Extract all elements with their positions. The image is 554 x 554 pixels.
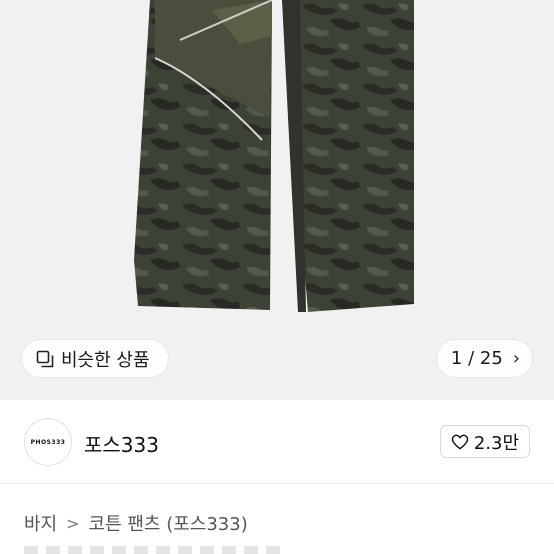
breadcrumb-item-category[interactable]: 바지 (24, 510, 57, 536)
breadcrumb-item-subcategory[interactable]: 코튼 팬츠 (포스333) (89, 510, 248, 536)
seller-name[interactable]: 포스333 (84, 429, 159, 458)
image-counter[interactable]: 1 / 25 › (436, 340, 532, 377)
cut-off-text-line (24, 546, 284, 554)
seller-avatar-text: PHOS333 (30, 438, 66, 446)
seller-avatar[interactable]: PHOS333 (24, 418, 72, 466)
breadcrumb: 바지 > 코튼 팬츠 (포스333) (24, 510, 248, 536)
breadcrumb-separator: > (66, 513, 80, 533)
heart-icon (451, 434, 469, 450)
image-counter-text: 1 / 25 (450, 348, 503, 369)
chevron-right-icon: › (512, 348, 520, 369)
like-button[interactable]: 2.3만 (439, 425, 530, 458)
similar-products-button[interactable]: 비슷한 상품 (22, 340, 168, 377)
like-count: 2.3만 (473, 432, 519, 454)
similar-items-icon (36, 350, 54, 367)
similar-products-label: 비슷한 상품 (61, 349, 150, 371)
